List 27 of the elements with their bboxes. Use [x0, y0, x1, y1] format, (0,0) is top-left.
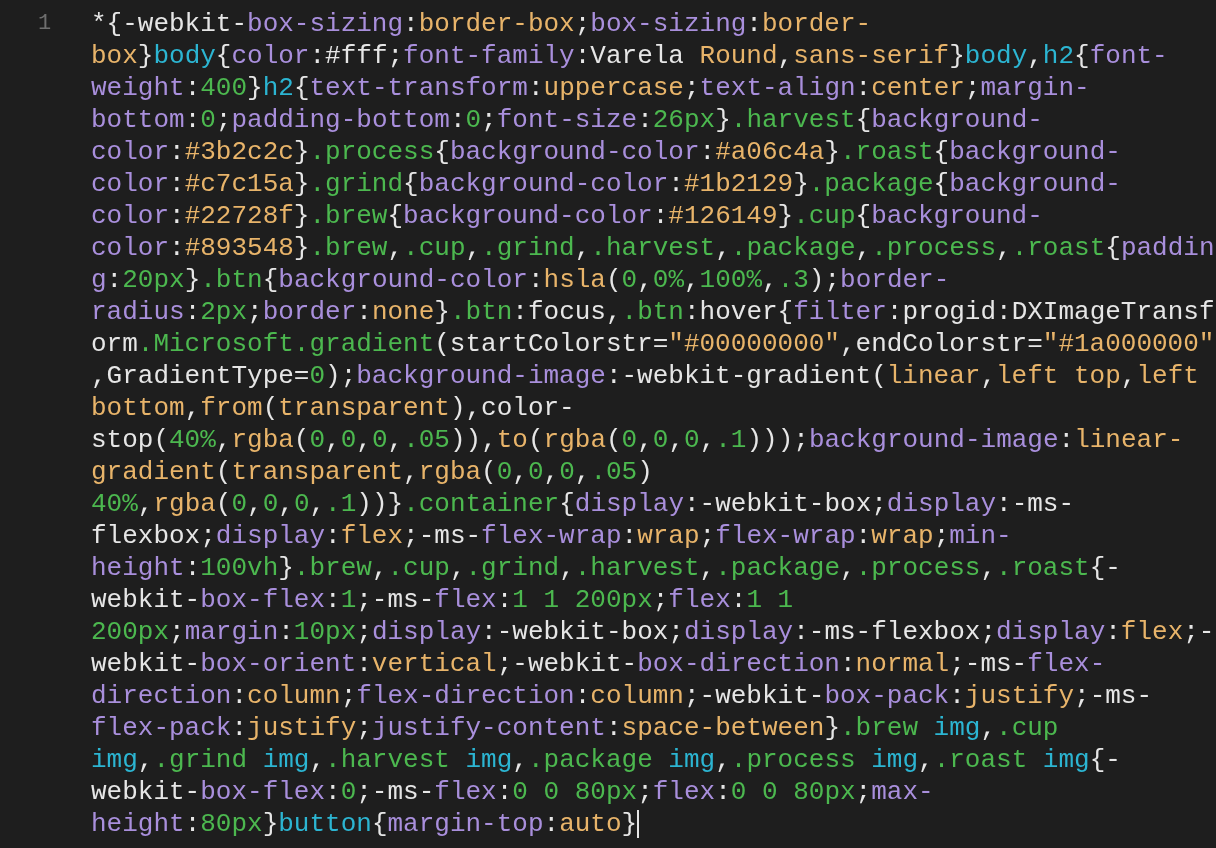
code-line: g:20px}.btn{background-color:hsla(0,0%,100%,.3);border- — [91, 264, 950, 296]
code-line: flexbox;display:flex;-ms-flex-wrap:wrap;flex-wrap:wrap;min- — [91, 520, 1012, 552]
code-line: webkit-box-flex:0;-ms-flex:0 0 80px;flex:0 0 80px;max- — [91, 776, 934, 808]
code-line: 40%,rgba(0,0,0,.1))}.container{display:-webkit-box;display:-ms- — [91, 488, 1075, 520]
code-line: img,.grind img,.harvest img,.package img,.process img,.roast img{- — [91, 744, 1121, 776]
code-line: bottom,from(transparent),color- — [91, 392, 575, 424]
code-line: color:#893548}.brew,.cup,.grind,.harvest,.package,.process,.roast{paddin — [91, 232, 1215, 264]
code-line: color:#3b2c2c}.process{background-color:#a06c4a}.roast{background- — [91, 136, 1121, 168]
code-line: flex-pack:justify;justify-content:space-between}.brew img,.cup — [91, 712, 1059, 744]
code-line: webkit-box-flex:1;-ms-flex:1 1 200px;flex:1 1 — [91, 584, 794, 616]
code-line: weight:400}h2{text-transform:uppercase;text-align:center;margin- — [91, 72, 1090, 104]
code-line: color:#c7c15a}.grind{background-color:#1b2129}.package{background- — [91, 168, 1121, 200]
code-line: box}body{color:#fff;font-family:Varela Round,sans-serif}body,h2{font- — [91, 40, 1168, 72]
line-number: 1 — [37, 10, 52, 38]
code-line: 200px;margin:10px;display:-webkit-box;display:-ms-flexbox;display:flex;- — [91, 616, 1215, 648]
code-line: stop(40%,rgba(0,0,0,.05)),to(rgba(0,0,0,.1)));background-image:linear- — [91, 424, 1184, 456]
code-line: *{-webkit-box-sizing:border-box;box-sizing:border- — [91, 8, 872, 40]
code-line: ,GradientType=0);background-image:-webkit-gradient(linear,left top,left — [91, 360, 1199, 392]
code-line: webkit-box-orient:vertical;-webkit-box-direction:normal;-ms-flex- — [91, 648, 1106, 680]
code-line: height:80px}button{margin-top:auto} — [91, 808, 638, 840]
code-line: color:#22728f}.brew{background-color:#126149}.cup{background- — [91, 200, 1043, 232]
code-line: orm.Microsoft.gradient(startColorstr="#00000000",endColorstr="#1a000000" — [91, 328, 1215, 360]
code-line: gradient(transparent,rgba(0,0,0,.05) — [91, 456, 653, 488]
code-line: direction:column;flex-direction:column;-webkit-box-pack:justify;-ms- — [91, 680, 1153, 712]
code-line: bottom:0;padding-bottom:0;font-size:26px}.harvest{background- — [91, 104, 1043, 136]
code-line: radius:2px;border:none}.btn:focus,.btn:hover{filter:progid:DXImageTransf — [91, 296, 1215, 328]
code-line: height:100vh}.brew,.cup,.grind,.harvest,.package,.process,.roast{- — [91, 552, 1121, 584]
